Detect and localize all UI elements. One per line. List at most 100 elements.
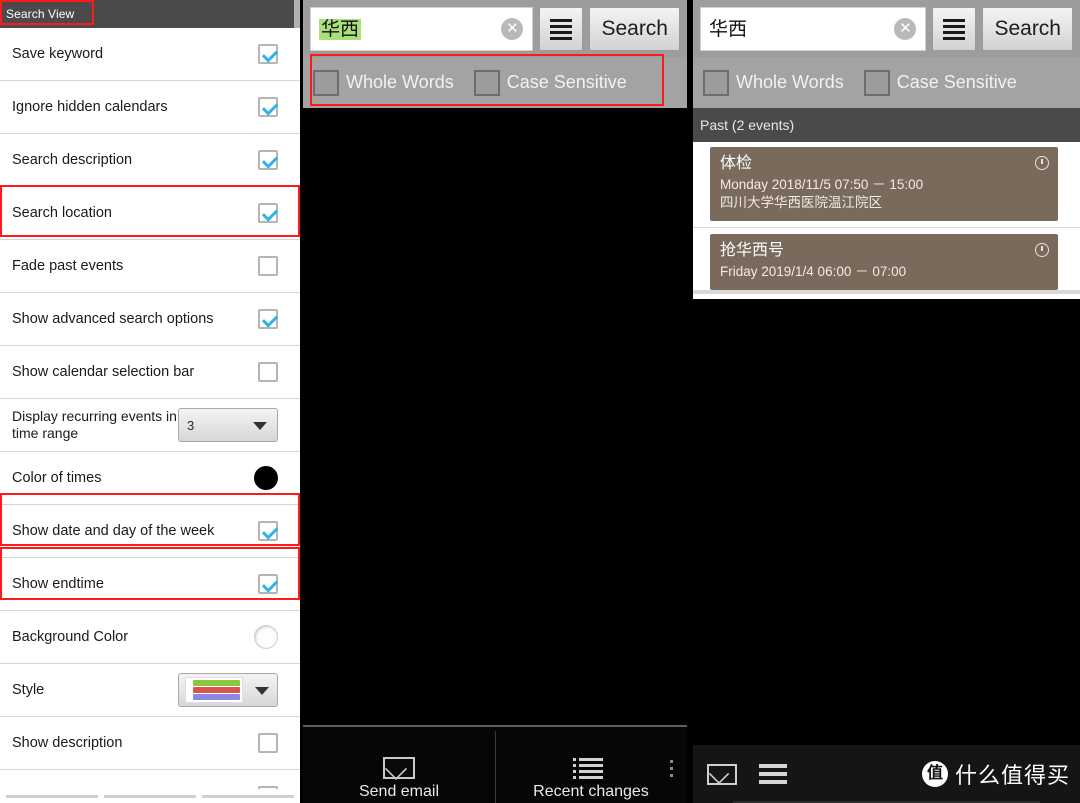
list-line (759, 772, 787, 776)
event-card[interactable]: 抢华西号 Friday 2019/1/4 06:00 － 07:00 (710, 234, 1058, 291)
setting-label: Show description (12, 734, 123, 751)
whole-words-label: Whole Words (736, 72, 844, 92)
search-bar: 华西 ✕ Search (303, 0, 687, 57)
setting-row-color-of-times[interactable]: Color of times (0, 452, 300, 505)
list-line (573, 770, 603, 773)
checkbox-show-description[interactable] (258, 733, 278, 753)
checkbox-show-advanced-search-options[interactable] (258, 309, 278, 329)
checkbox-search-location[interactable] (258, 203, 278, 223)
checkbox-ignore-hidden-calendars[interactable] (258, 97, 278, 117)
menu-item-recent-changes[interactable]: Recent changes (495, 758, 687, 801)
event-time: Friday 2019/1/4 06:00 － 07:00 (720, 264, 907, 280)
setting-label: Show endtime (12, 575, 104, 592)
setting-row-ignore-hidden-calendars[interactable]: Ignore hidden calendars (0, 81, 300, 134)
search-input[interactable]: 华西 ✕ (310, 7, 534, 51)
empty-results-area (693, 299, 1080, 720)
list-options-icon[interactable] (539, 7, 584, 51)
event-row[interactable]: 体检 Monday 2018/11/5 07:50 － 15:00 四川大学华西… (693, 147, 1080, 222)
checkbox-whole-words[interactable] (703, 69, 729, 96)
style-bar-green (193, 680, 240, 686)
checkbox-show-calendar-selection-bar[interactable] (258, 362, 278, 382)
search-button[interactable]: Search (589, 7, 680, 51)
setting-label: Display recurring events in time range (12, 407, 177, 442)
setting-row-search-description[interactable]: Search description (0, 134, 300, 187)
search-button[interactable]: Search (982, 7, 1073, 51)
checkbox-search-description[interactable] (258, 150, 278, 170)
setting-label: Show date and day of the week (12, 522, 215, 539)
setting-row-style[interactable]: Style (0, 664, 300, 717)
checkbox-show-date-and-day[interactable] (258, 521, 278, 541)
menu-icon[interactable] (759, 764, 787, 784)
color-swatch-times[interactable] (254, 466, 278, 490)
checkbox-case-sensitive[interactable] (863, 69, 890, 96)
page-title: Search View (6, 7, 75, 21)
checkbox-case-sensitive[interactable] (473, 69, 500, 96)
setting-row-show-calendar-selection-bar[interactable]: Show calendar selection bar (0, 346, 300, 399)
setting-row-background-color[interactable]: Background Color (0, 611, 300, 664)
results-section-header: Past (2 events) (693, 108, 1080, 142)
setting-label: Search description (12, 151, 133, 168)
list-line (550, 30, 573, 34)
search-screen-after: 华西 ✕ Search Whole Words Case Sensitive P… (693, 0, 1080, 803)
search-screen-before: 华西 ✕ Search Whole Words Case Sensitive S… (303, 0, 687, 803)
setting-label: Ignore hidden calendars (12, 98, 168, 115)
setting-label: Background Color (12, 628, 129, 645)
empty-results-area (303, 108, 687, 695)
kebab-more-icon[interactable] (670, 760, 673, 777)
event-title: 抢华西号 (720, 242, 785, 260)
bottom-button-bar-partial[interactable] (0, 789, 300, 803)
clear-circle-icon[interactable]: ✕ (501, 18, 524, 40)
bottom-button-1[interactable] (6, 795, 98, 798)
setting-row-show-date-and-day[interactable]: Show date and day of the week (0, 505, 300, 558)
list-line (943, 24, 966, 28)
style-preview-button[interactable] (178, 673, 278, 707)
setting-label: Style (12, 681, 45, 698)
event-row[interactable]: 抢华西号 Friday 2019/1/4 06:00 － 07:00 (693, 234, 1080, 291)
list-line (943, 36, 966, 40)
style-thumbnail (185, 677, 243, 703)
search-options-bar: Whole Words Case Sensitive (693, 57, 1080, 108)
setting-row-show-endtime[interactable]: Show endtime (0, 558, 300, 611)
setting-row-search-location[interactable]: Search location (0, 187, 300, 240)
color-swatch-background[interactable] (254, 625, 278, 649)
event-results-list: 体检 Monday 2018/11/5 07:50 － 15:00 四川大学华西… (693, 142, 1080, 300)
event-location: 四川大学华西医院温江院区 (720, 195, 882, 211)
event-card[interactable]: 体检 Monday 2018/11/5 07:50 － 15:00 四川大学华西… (710, 147, 1058, 222)
kebab-dot (670, 760, 673, 763)
list-line (759, 780, 787, 784)
clear-circle-icon[interactable]: ✕ (894, 18, 917, 40)
kebab-dot (670, 767, 673, 770)
list-icon (573, 758, 603, 779)
list-options-icon[interactable] (932, 7, 977, 51)
menu-item-send-email[interactable]: Send email (303, 757, 495, 801)
search-input[interactable]: 华西 ✕ (700, 7, 927, 51)
list-end-divider (693, 290, 1080, 295)
list-line (759, 764, 787, 768)
bottom-button-3[interactable] (202, 795, 294, 798)
spinner-display-recurring-events[interactable]: 3 (178, 408, 278, 442)
mail-icon (383, 757, 415, 779)
setting-row-display-recurring-events[interactable]: Display recurring events in time range 3 (0, 399, 300, 452)
watermark-text: 什么值得买 (954, 763, 1070, 788)
setting-label: Show advanced search options (12, 310, 214, 327)
list-line (550, 18, 573, 22)
setting-row-show-advanced-search-options[interactable]: Show advanced search options (0, 293, 300, 346)
bottom-button-2[interactable] (104, 795, 196, 798)
setting-row-fade-past-events[interactable]: Fade past events (0, 240, 300, 293)
screenshot-stage: Search View Save keyword Ignore hidden c… (0, 0, 1080, 803)
clock-icon (1035, 156, 1049, 170)
search-input-value: 华西 (709, 18, 748, 40)
event-title: 体检 (720, 155, 753, 172)
watermark-badge: 值 (921, 761, 948, 787)
setting-row-show-description[interactable]: Show description (0, 717, 300, 770)
list-line (573, 758, 603, 761)
setting-label: Show calendar selection bar (12, 363, 195, 380)
setting-label: Save keyword (12, 45, 104, 62)
setting-row-save-keyword[interactable]: Save keyword (0, 28, 300, 81)
checkbox-fade-past-events[interactable] (258, 256, 278, 276)
case-sensitive-label: Case Sensitive (506, 72, 627, 92)
checkbox-show-endtime[interactable] (258, 574, 278, 594)
mail-icon[interactable] (707, 763, 737, 785)
checkbox-save-keyword[interactable] (258, 44, 278, 64)
checkbox-whole-words[interactable] (313, 69, 339, 96)
